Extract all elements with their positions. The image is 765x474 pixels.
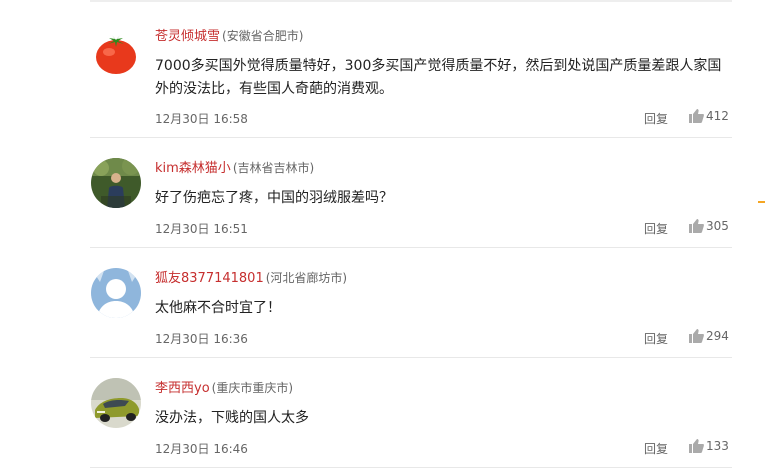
person-photo-avatar-icon[interactable] [91, 158, 141, 208]
comment-item: 李西西yo (重庆市重庆市) 没办法，下贱的国人太多 12月30日 16:46 回… [0, 0, 765, 456]
comment-meta: 李西西yo (重庆市重庆市) [155, 377, 293, 396]
like-button[interactable]: 412 [689, 109, 729, 123]
reply-button[interactable]: 回复 [644, 330, 668, 347]
comment-divider [90, 467, 732, 468]
username-link[interactable]: kim森林猫小 [155, 161, 231, 176]
comment-divider [90, 357, 732, 358]
comment-meta: 狐友8377141801 (河北省廊坊市) [155, 267, 347, 286]
like-count: 133 [706, 439, 729, 453]
reply-button[interactable]: 回复 [644, 220, 668, 237]
comment-text: 没办法，下贱的国人太多 [155, 410, 309, 426]
comment-divider [90, 137, 732, 138]
default-user-avatar-icon[interactable] [91, 268, 141, 318]
reply-button[interactable]: 回复 [644, 110, 668, 127]
username-link[interactable]: 李西西yo [155, 381, 210, 396]
comment-text: 好了伤疤忘了疼，中国的羽绒服差吗？ [155, 190, 393, 206]
accent-marker [758, 201, 765, 203]
comment-meta: kim森林猫小 (吉林省吉林市) [155, 157, 314, 176]
car-avatar-icon[interactable] [91, 378, 141, 428]
username-link[interactable]: 狐友8377141801 [155, 271, 264, 286]
reply-button[interactable]: 回复 [644, 440, 668, 457]
like-button[interactable]: 133 [689, 439, 729, 453]
user-location: (吉林省吉林市) [232, 161, 315, 175]
like-button[interactable]: 294 [689, 329, 729, 343]
like-button[interactable]: 305 [689, 219, 729, 233]
user-location: (河北省廊坊市) [265, 271, 348, 285]
comment-divider [90, 247, 732, 248]
like-count: 305 [706, 219, 729, 233]
like-count: 294 [706, 329, 729, 343]
comment-time: 12月30日 16:46 [155, 442, 248, 456]
thumbs-up-icon [689, 329, 704, 343]
comment-text: 太他麻不合时宜了！ [155, 300, 281, 316]
thumbs-up-icon [689, 219, 704, 233]
thumbs-up-icon [689, 109, 704, 123]
like-count: 412 [706, 109, 729, 123]
comment-time: 12月30日 16:51 [155, 222, 248, 236]
thumbs-up-icon [689, 439, 704, 453]
comment-time: 12月30日 16:36 [155, 332, 248, 346]
user-location: (重庆市重庆市) [211, 381, 294, 395]
comment-time: 12月30日 16:58 [155, 112, 248, 126]
